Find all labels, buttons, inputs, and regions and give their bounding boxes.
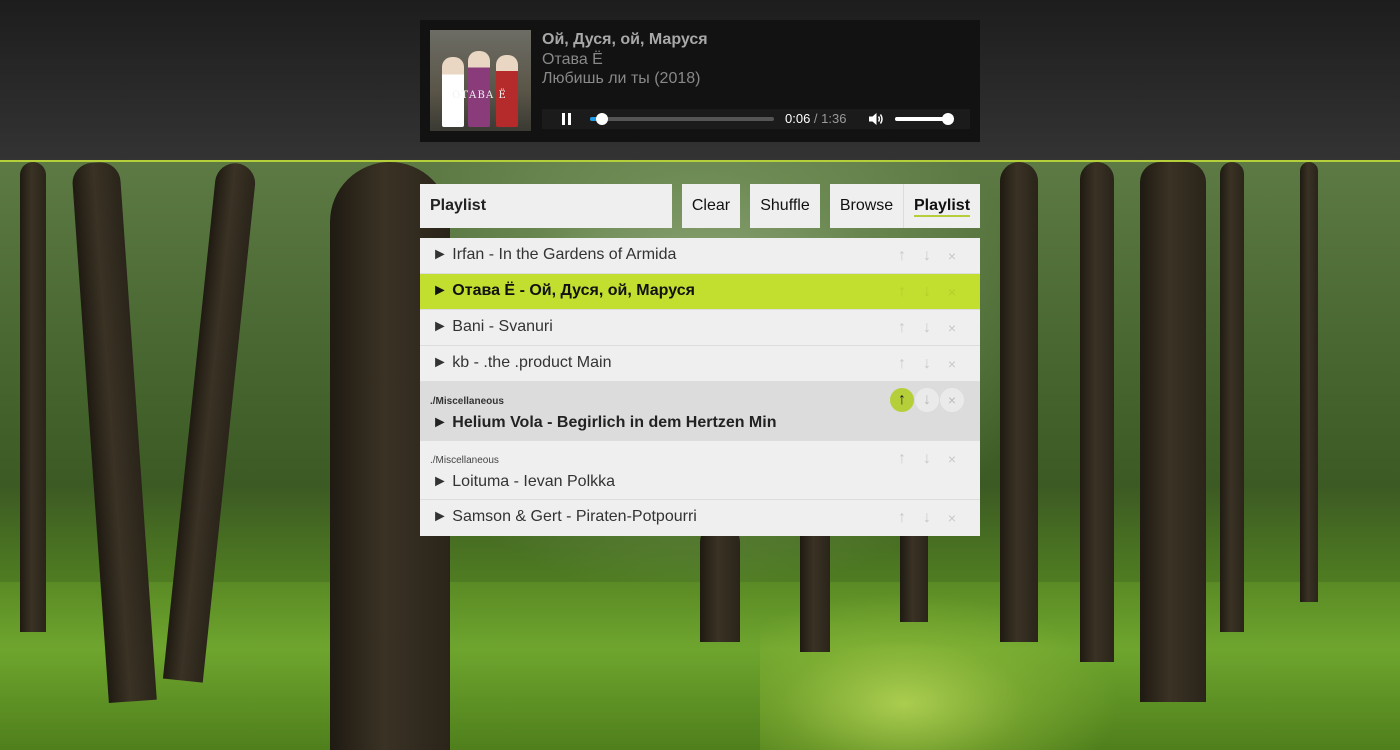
track-meta: Ой, Дуся, ой, Маруся Отава Ё Любишь ли т… [542,30,708,88]
time-current: 0:06 [785,111,811,126]
audio-player: ОТАВА Ё Ой, Дуся, ой, Маруся Отава Ё Люб… [420,20,980,142]
tab-playlist[interactable]: Playlist [903,184,980,228]
tab-playlist-label: Playlist [913,197,971,217]
tab-browse[interactable]: Browse [830,184,903,228]
arrow-down-icon[interactable]: ↓ [915,352,939,376]
tree-trunk [1220,162,1244,632]
album-cover: ОТАВА Ё [430,30,531,131]
tree-trunk [1300,162,1318,602]
playlist-item-label: ► kb - .the .product Main [432,354,612,371]
playlist-item-label: ► Helium Vola - Begirlich in dem Hertzen… [432,414,777,431]
playlist-item[interactable]: ► Bani - Svanuri ↑ ↓ × [420,310,980,346]
close-icon[interactable]: × [940,280,964,304]
cover-figure [468,51,490,127]
time-display: 0:06 / 1:36 [785,111,846,126]
playlist-item-actions: ↑ ↓ × [890,280,970,304]
playlist: ► Irfan - In the Gardens of Armida ↑ ↓ ×… [420,238,980,536]
playlist-item-hovered[interactable]: ./Miscellaneous ► Helium Vola - Begirlic… [420,382,980,441]
playlist-item[interactable]: ► Irfan - In the Gardens of Armida ↑ ↓ × [420,238,980,274]
shuffle-button[interactable]: Shuffle [750,184,820,228]
volume-slider-knob[interactable] [942,113,955,125]
tree-trunk [1080,162,1114,662]
playlist-item-actions: ↑ ↓ × [890,506,970,530]
time-separator: / [810,111,822,126]
playlist-item-actions: ↑ ↓ × [890,316,970,340]
playlist-item[interactable]: ► Samson & Gert - Piraten-Potpourri ↑ ↓ … [420,500,980,536]
volume-slider-fill [895,117,949,121]
playlist-item-label: ► Отава Ё - Ой, Дуся, ой, Маруся [432,282,695,299]
arrow-down-icon[interactable]: ↓ [915,280,939,304]
arrow-down-icon[interactable]: ↓ [915,447,939,471]
tree-trunk [800,522,830,652]
playlist-toolbar: Playlist Clear Shuffle Browse Playlist [420,184,980,228]
close-icon[interactable]: × [940,506,964,530]
tree-trunk [1000,162,1038,642]
playlist-name: Playlist [420,184,672,228]
playlist-item-label: ► Samson & Gert - Piraten-Potpourri [432,508,697,525]
close-icon[interactable]: × [940,244,964,268]
playlist-item-active[interactable]: ► Отава Ё - Ой, Дуся, ой, Маруся ↑ ↓ × [420,274,980,310]
arrow-up-icon[interactable]: ↑ [890,447,914,471]
arrow-down-icon[interactable]: ↓ [915,388,939,412]
playlist-item-actions: ↑ ↓ × [890,244,970,268]
header: ОТАВА Ё Ой, Дуся, ой, Маруся Отава Ё Люб… [0,0,1400,162]
close-icon[interactable]: × [940,352,964,376]
tree-trunk [900,522,928,622]
arrow-up-icon[interactable]: ↑ [890,506,914,530]
seek-bar-knob[interactable] [595,113,608,125]
tree-trunk [20,162,46,632]
tree-trunk [1140,162,1206,702]
close-icon[interactable]: × [940,388,964,412]
arrow-down-icon[interactable]: ↓ [915,316,939,340]
playlist-item-actions: ↑ ↓ × [890,352,970,376]
track-artist: Отава Ё [542,51,603,68]
cover-text: ОТАВА Ё [452,90,507,101]
playlist-item-folder: ./Miscellaneous [430,455,499,466]
arrow-up-icon[interactable]: ↑ [890,244,914,268]
tree-trunk [700,522,740,642]
playlist-item[interactable]: ./Miscellaneous ► Loituma - Ievan Polkka… [420,441,980,500]
volume-slider[interactable] [895,113,955,125]
arrow-up-icon[interactable]: ↑ [890,388,914,412]
track-album: Любишь ли ты (2018) [542,70,701,87]
playlist-item-actions: ↑ ↓ × [890,388,970,412]
playlist-item-label: ► Loituma - Ievan Polkka [432,473,616,490]
arrow-down-icon[interactable]: ↓ [915,506,939,530]
playlist-item-label: ► Bani - Svanuri [432,318,553,335]
arrow-down-icon[interactable]: ↓ [915,244,939,268]
close-icon[interactable]: × [940,316,964,340]
playlist-item-actions: ↑ ↓ × [890,447,970,471]
pause-icon[interactable] [560,112,574,126]
playlist-item-label: ► Irfan - In the Gardens of Armida [432,246,677,263]
arrow-up-icon[interactable]: ↑ [890,316,914,340]
playlist-item[interactable]: ► kb - .the .product Main ↑ ↓ × [420,346,980,382]
clear-button[interactable]: Clear [682,184,740,228]
time-total: 1:36 [821,111,847,126]
arrow-up-icon[interactable]: ↑ [890,280,914,304]
arrow-up-icon[interactable]: ↑ [890,352,914,376]
track-title: Ой, Дуся, ой, Маруся [542,31,708,48]
player-controls: 0:06 / 1:36 [542,109,970,129]
volume-icon[interactable] [868,112,884,126]
close-icon[interactable]: × [940,447,964,471]
seek-bar[interactable] [590,113,774,125]
playlist-item-folder: ./Miscellaneous [430,396,504,407]
